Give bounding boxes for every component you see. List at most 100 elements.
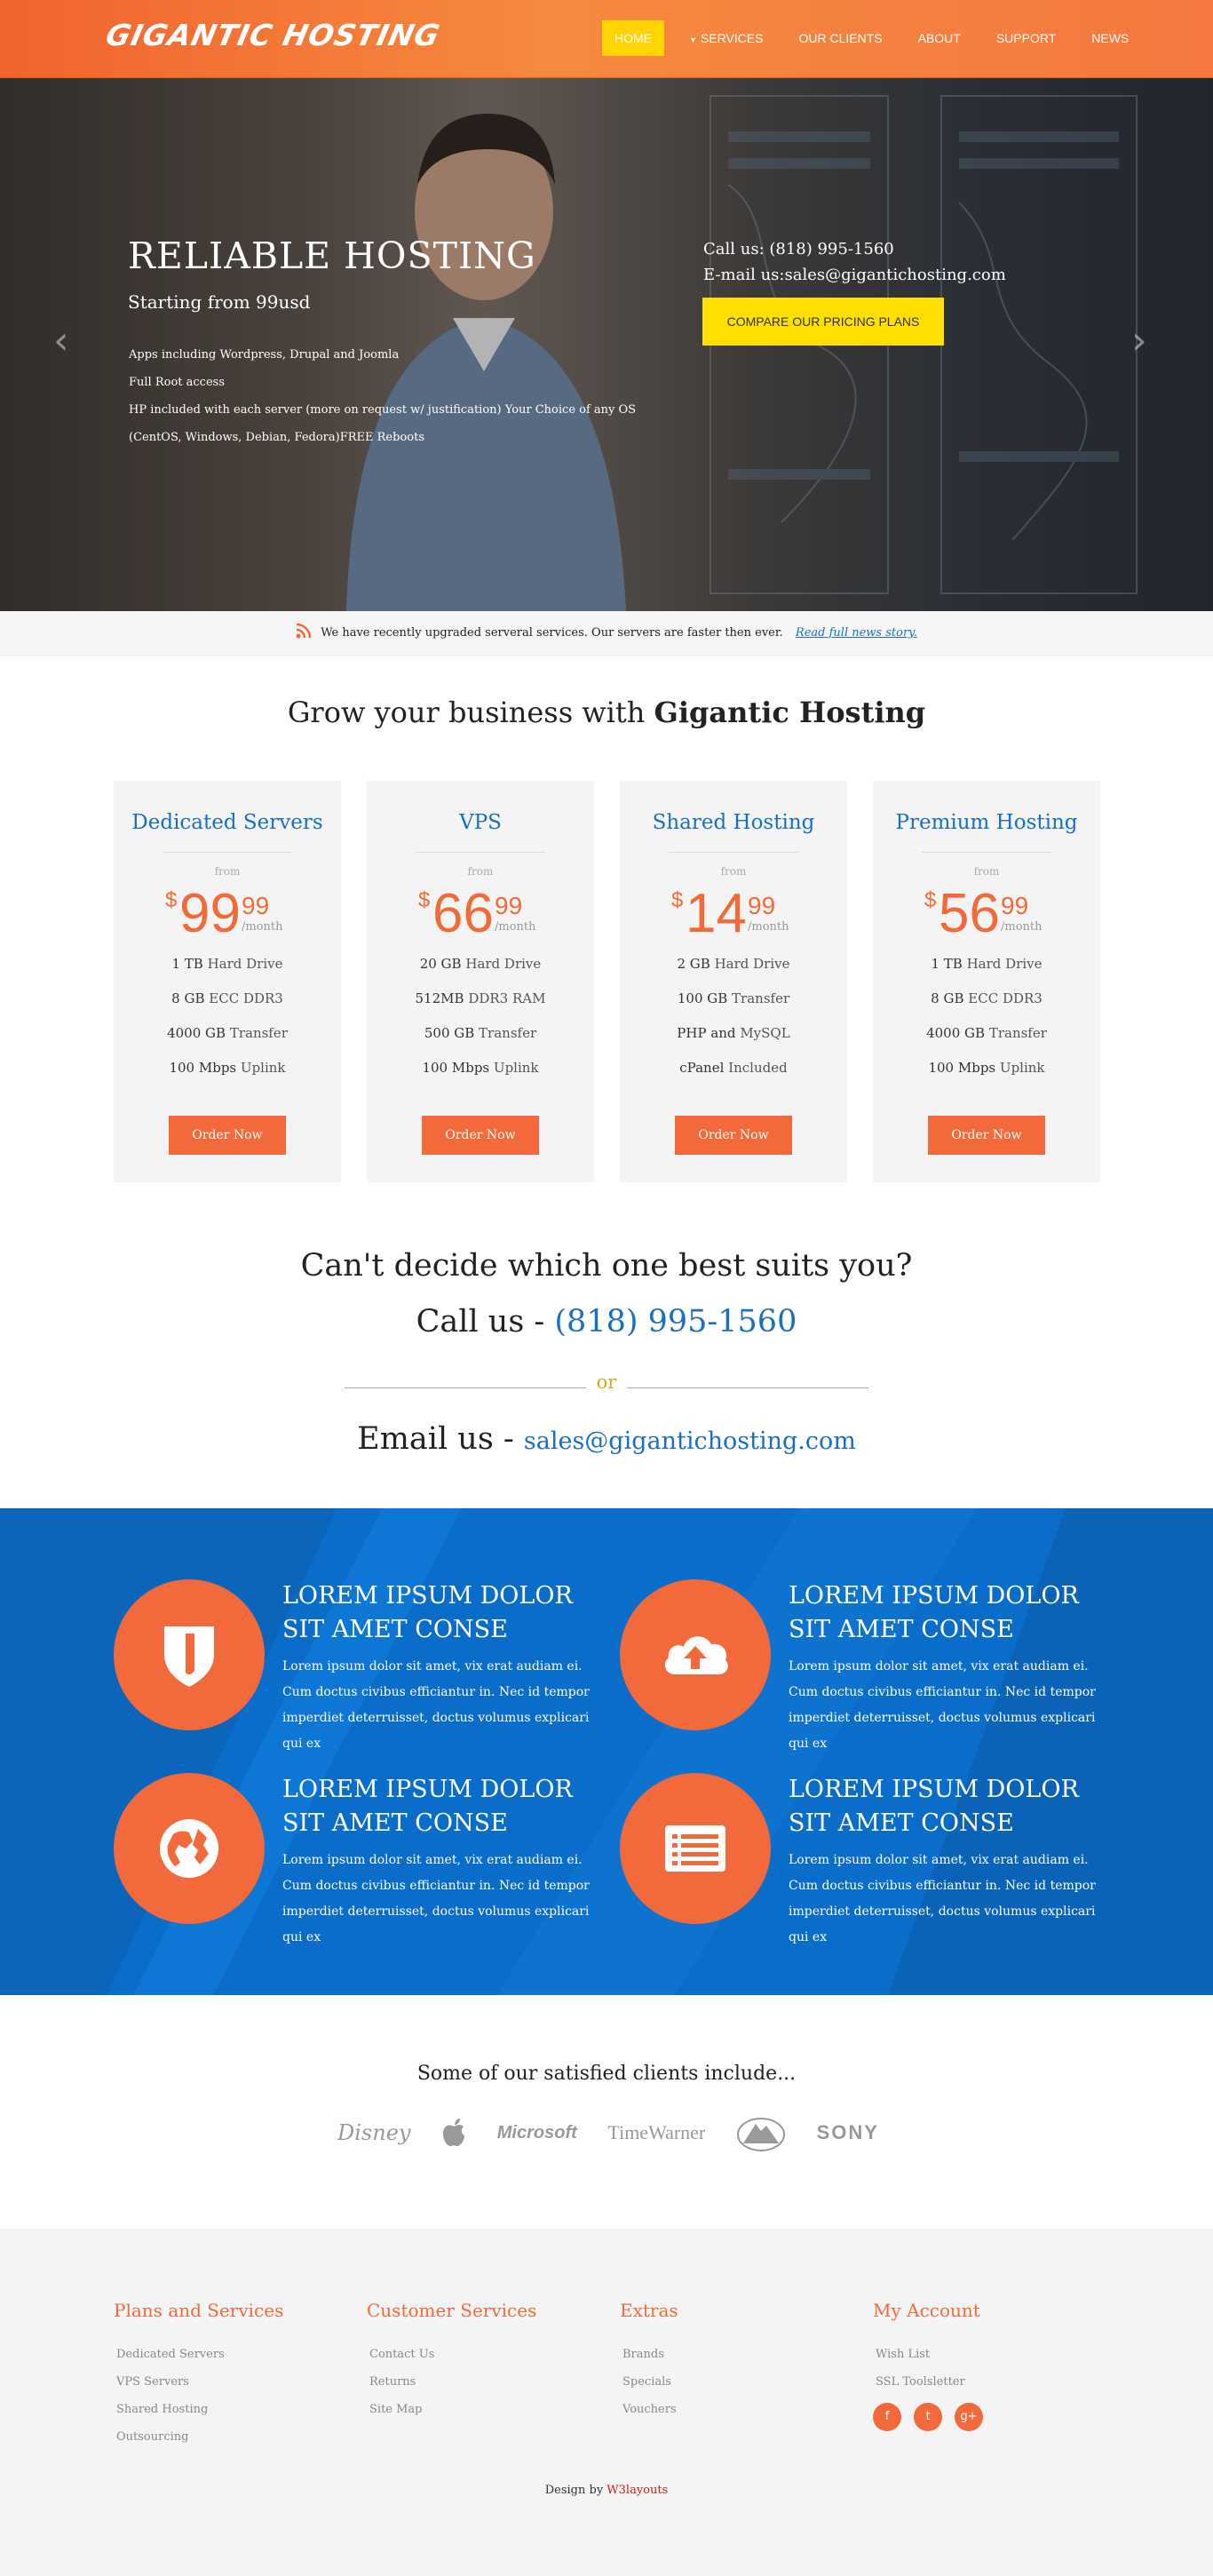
hero-feature: Full Root access: [129, 376, 225, 389]
footer-column-title: Plans and Services: [114, 2300, 284, 2321]
cta-email-link[interactable]: sales@gigantichosting.com: [524, 1427, 856, 1455]
footer-link[interactable]: VPS Servers: [116, 2368, 283, 2396]
plan-feature-label: Hard Drive: [207, 956, 283, 972]
plan-features: 20 GB Hard Drive 512MB DDR3 RAM 500 GB Tra…: [367, 947, 594, 1085]
plan-feature-value: 4000 GB: [167, 1025, 226, 1041]
footer-link[interactable]: Vouchers: [622, 2396, 678, 2423]
plan-from: from: [214, 865, 241, 878]
grow-heading: Grow your business with Gigantic Hosting: [0, 696, 1213, 729]
feature-text: Lorem ipsum dolor sit amet, vix erat aud…: [789, 1659, 1096, 1751]
clients-heading: Some of our satisfied clients include...: [416, 2063, 797, 2085]
plan-name: Premium Hosting: [895, 811, 1078, 834]
site-logo[interactable]: GIGANTIC HOSTING: [103, 18, 443, 52]
disney-logo: Disney: [337, 2120, 411, 2145]
main-menu: HOME ▼ SERVICES OUR CLIENTS ABOUT SUPPORT…: [602, 20, 1164, 56]
plan-feature: 20 GB Hard Drive: [367, 947, 594, 982]
plan-feature-value: 8 GB: [931, 990, 964, 1006]
twitter-icon[interactable]: t: [914, 2403, 942, 2431]
plan-divider: [163, 852, 292, 853]
footer-column: Extras Brands Specials Vouchers: [620, 2300, 678, 2423]
plan-features: 2 GB Hard Drive 100 GB Transfer PHP and My…: [620, 947, 847, 1085]
menu-services[interactable]: ▼ SERVICES: [689, 31, 763, 45]
footer-column: Plans and Services Dedicated Servers VPS…: [114, 2300, 283, 2451]
plan-divider: [669, 852, 798, 853]
hero-slider: ‹ › RELIABLE HOSTING Starting from 99usd…: [0, 78, 1213, 611]
cta-phone[interactable]: (818) 995-1560: [554, 1304, 797, 1340]
footer-link[interactable]: Returns: [369, 2368, 536, 2396]
footer-link[interactable]: Wish List: [876, 2341, 995, 2368]
facebook-icon[interactable]: f: [873, 2403, 901, 2431]
shield-icon: [164, 1626, 214, 1687]
plan-feature: 100 Mbps Uplink: [114, 1051, 341, 1085]
hero-contact: Call us: (818) 995-1560 E-mail us:sales@…: [703, 236, 1006, 288]
feature-title: LOREM IPSUM DOLOR SIT AMET CONSE: [282, 1776, 573, 1837]
plan-feature-label: Uplink: [493, 1060, 539, 1076]
footer-link[interactable]: Dedicated Servers: [116, 2341, 283, 2368]
design-credit-link[interactable]: W3layouts: [606, 2484, 668, 2497]
plan-feature-value: 1 TB: [171, 956, 203, 972]
plan-feature: 500 GB Transfer: [367, 1016, 594, 1051]
footer-column-title: Extras: [620, 2300, 678, 2321]
plan-feature: 100 Mbps Uplink: [873, 1051, 1100, 1085]
feature-item: LOREM IPSUM DOLOR SIT AMET CONSE Lorem i…: [114, 1773, 602, 1951]
menu-support[interactable]: SUPPORT: [996, 31, 1056, 45]
cta-email-prefix: Email us -: [357, 1421, 524, 1457]
feature-item: LOREM IPSUM DOLOR SIT AMET CONSE Lorem i…: [114, 1579, 602, 1757]
plan-feature: 4000 GB Transfer: [114, 1016, 341, 1051]
menu-home[interactable]: HOME: [602, 20, 664, 56]
pricing-card: Dedicated Servers from $ 99 99 /month 1 …: [114, 781, 341, 1182]
price-cents: 99: [495, 892, 523, 919]
footer-column: Customer Services Contact Us Returns Sit…: [367, 2300, 536, 2423]
design-credit-prefix: Design by: [544, 2484, 607, 2497]
plan-from: from: [973, 865, 1000, 878]
plan-feature-value: cPanel: [679, 1060, 725, 1076]
order-now-button[interactable]: Order Now: [422, 1116, 539, 1155]
google-plus-icon[interactable]: g+: [955, 2403, 983, 2431]
order-now-button[interactable]: Order Now: [169, 1116, 286, 1155]
plan-feature-label: Transfer: [988, 1025, 1047, 1041]
list-icon: [665, 1825, 725, 1872]
hero-feature-list: Apps including Wordpress, Drupal and Joo…: [129, 341, 666, 451]
plan-feature-value: 100 GB: [677, 990, 728, 1006]
compare-plans-button[interactable]: COMPARE OUR PRICING PLANS: [702, 298, 944, 346]
price-cents: 99: [1001, 892, 1029, 919]
plan-feature-label: Hard Drive: [966, 956, 1043, 972]
footer-link[interactable]: Contact Us: [369, 2341, 536, 2368]
feature-icon-circle: [620, 1579, 771, 1730]
paramount-logo: [736, 2118, 785, 2151]
feature-title: LOREM IPSUM DOLOR SIT AMET CONSE: [282, 1582, 573, 1643]
order-now-button[interactable]: Order Now: [675, 1116, 792, 1155]
price-period: /month: [748, 920, 789, 934]
feature-item: LOREM IPSUM DOLOR SIT AMET CONSE Lorem i…: [620, 1579, 1108, 1757]
social-links: f t g+: [873, 2403, 995, 2431]
cta-call-prefix: Call us -: [416, 1304, 555, 1340]
menu-news[interactable]: NEWS: [1091, 31, 1129, 45]
plan-feature-value: 512MB: [415, 990, 464, 1006]
plan-feature-value: 4000 GB: [926, 1025, 986, 1041]
plan-feature-value: 1 TB: [931, 956, 963, 972]
cta-question: Can't decide which one best suits you?: [300, 1248, 913, 1284]
hero-title: RELIABLE HOSTING: [128, 235, 536, 277]
pricing-plans: Dedicated Servers from $ 99 99 /month 1 …: [114, 781, 1100, 1182]
footer-link[interactable]: Site Map: [369, 2396, 536, 2423]
plan-divider: [416, 852, 545, 853]
plan-feature-label: ECC DDR3: [968, 990, 1043, 1006]
footer-link[interactable]: Outsourcing: [116, 2423, 283, 2451]
footer-link[interactable]: SSL Toolsletter: [876, 2368, 995, 2396]
chevron-right-icon[interactable]: ›: [1131, 318, 1147, 363]
menu-about[interactable]: ABOUT: [918, 31, 961, 45]
price-amount: 14: [686, 883, 747, 944]
chevron-left-icon[interactable]: ‹: [53, 318, 69, 363]
plan-feature-label: DDR3 RAM: [468, 990, 546, 1006]
plan-feature: 4000 GB Transfer: [873, 1016, 1100, 1051]
plan-divider: [922, 852, 1051, 853]
footer-link[interactable]: Specials: [622, 2368, 678, 2396]
news-read-more-link[interactable]: Read full news story.: [796, 626, 917, 640]
footer-link[interactable]: Brands: [622, 2341, 678, 2368]
feature-icon-circle: [114, 1579, 265, 1730]
feature-text: Lorem ipsum dolor sit amet, vix erat aud…: [789, 1853, 1096, 1944]
footer-link[interactable]: Shared Hosting: [116, 2396, 283, 2423]
order-now-button[interactable]: Order Now: [928, 1116, 1045, 1155]
plan-from: from: [467, 865, 494, 878]
menu-our-clients[interactable]: OUR CLIENTS: [798, 31, 882, 45]
